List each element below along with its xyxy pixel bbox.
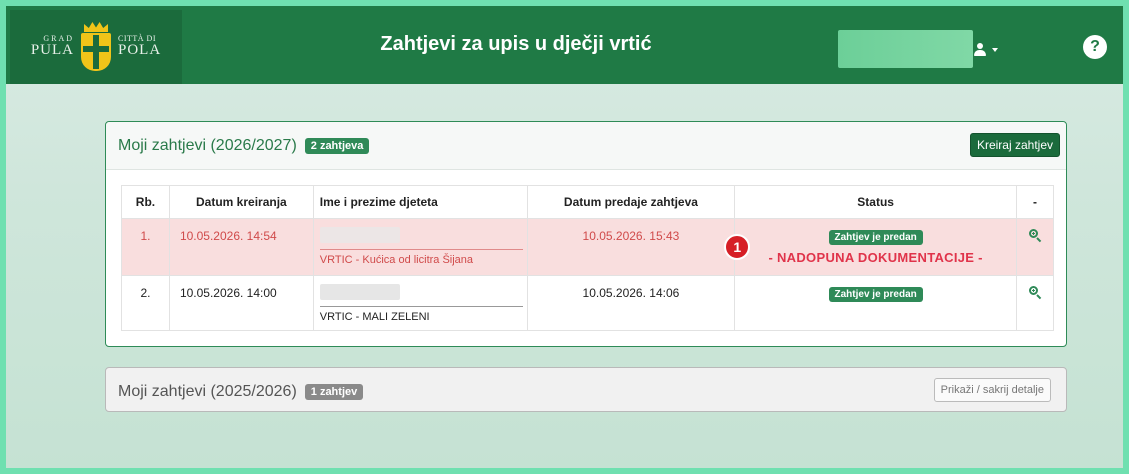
requests-table: Rb. Datum kreiranja Ime i prezime djetet… [121,185,1055,331]
divider [319,249,523,250]
requests-card-previous: Moji zahtjevi (2025/2026) 1 zahtjev Prik… [105,367,1067,412]
user-menu-toggle[interactable] [974,36,998,64]
created-date: 10.05.2026. 14:00 [168,275,314,331]
row-number: 1. [121,218,170,276]
top-navbar: GRAD PULA CITTÀ DI POLA Zahtjevi za upis… [6,6,1123,84]
col-header-submitted: Datum predaje zahtjeva [526,185,736,219]
app-frame: GRAD PULA CITTÀ DI POLA Zahtjevi za upis… [6,6,1123,468]
help-button[interactable]: ? [1083,35,1107,59]
created-date: 10.05.2026. 14:54 [168,218,314,276]
status-cell: Zahtjev je predan [734,275,1017,331]
zoom-in-icon[interactable] [1028,286,1042,300]
card-title: Moji zahtjevi (2026/2027) [118,136,297,154]
logo-text-left: GRAD PULA [30,33,74,59]
caret-down-icon [992,48,998,52]
zoom-in-icon[interactable] [1028,229,1042,243]
action-cell [1015,275,1055,331]
submitted-date: 10.05.2026. 14:06 [526,275,736,331]
status-badge: Zahtjev je predan [828,287,923,302]
city-logo[interactable]: GRAD PULA CITTÀ DI POLA [10,10,182,84]
user-icon [974,43,986,57]
table-row: 1. 10.05.2026. 14:54 VRTIC - Kućica od l… [121,218,1055,276]
toggle-details-button[interactable]: Prikaži / sakrij detalje [933,378,1051,402]
card-header: Moji zahtjevi (2025/2026) 1 zahtjev Prik… [106,368,1066,416]
crest-icon [80,22,112,72]
child-name-redacted [319,284,400,300]
divider [319,306,523,307]
col-header-actions: - [1015,185,1055,219]
requests-card-current: Moji zahtjevi (2026/2027) 2 zahtjeva Kre… [105,121,1067,347]
col-header-child-name: Ime i prezime djeteta [312,185,528,219]
submitted-date: 10.05.2026. 15:43 [526,218,736,276]
logo-text-right: CITTÀ DI POLA [118,33,162,59]
status-badge: Zahtjev je predan [828,230,923,245]
user-name-box [838,30,973,68]
requests-count-badge: 1 zahtjev [304,384,364,400]
action-cell [1015,218,1055,276]
child-name-redacted [319,227,400,243]
row-number: 2. [121,275,170,331]
col-header-rb: Rb. [121,185,170,219]
page-title: Zahtjevi za upis u dječji vrtić [380,33,652,55]
kindergarten-name: VRTIC - Kućica od licitra Šijana [319,254,474,266]
kindergarten-name: VRTIC - MALI ZELENI [319,311,430,323]
child-cell: VRTIC - Kućica od licitra Šijana [312,218,528,276]
create-request-button[interactable]: Kreiraj zahtjev [969,133,1060,157]
table-header-row: Rb. Datum kreiranja Ime i prezime djetet… [121,185,1055,219]
card-header: Moji zahtjevi (2026/2027) 2 zahtjeva Kre… [106,122,1066,170]
status-cell: Zahtjev je predan - NADOPUNA DOKUMENTACI… [724,218,1017,276]
documentation-notice: - NADOPUNA DOKUMENTACIJE - [768,250,983,265]
child-cell: VRTIC - MALI ZELENI [312,275,528,331]
col-header-status: Status [734,185,1017,219]
col-header-created: Datum kreiranja [168,185,314,219]
requests-count-badge: 2 zahtjeva [304,137,370,154]
table-row: 2. 10.05.2026. 14:00 VRTIC - MALI ZELENI… [121,275,1055,331]
card-title: Moji zahtjevi (2025/2026) [118,383,297,400]
